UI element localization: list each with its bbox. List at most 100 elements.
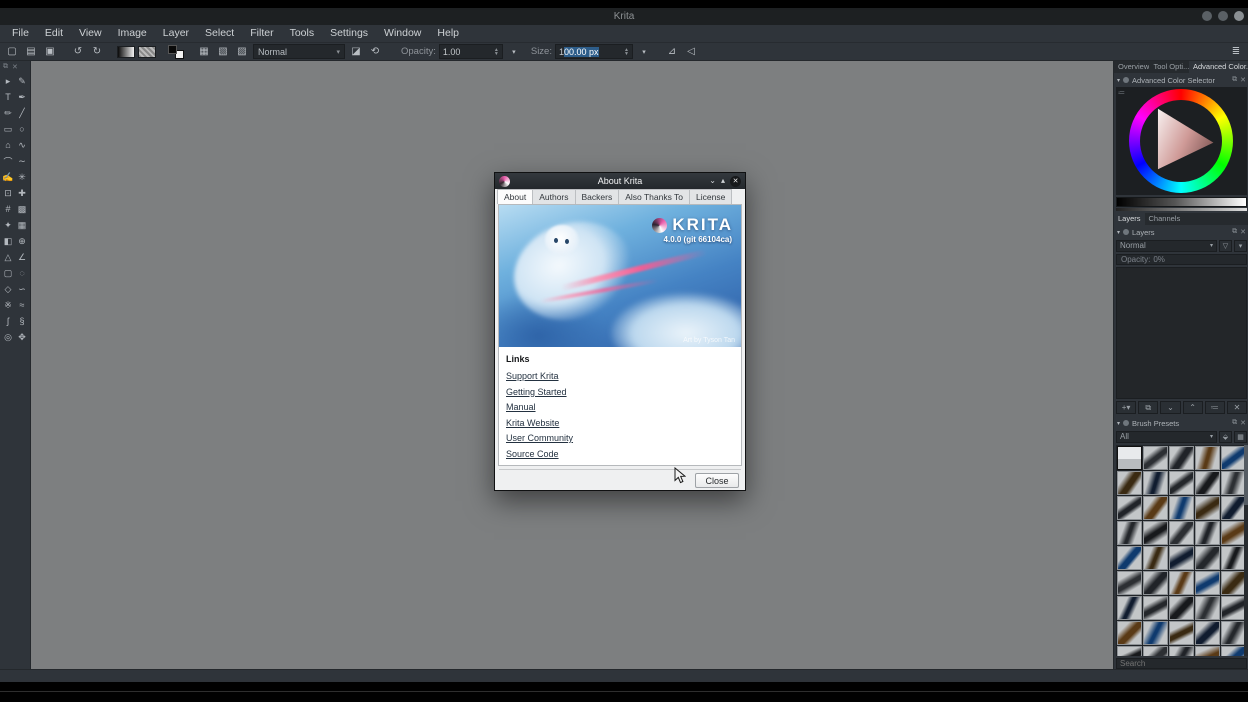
tab-channels[interactable]: Channels — [1145, 213, 1185, 225]
brush-preset-chooser-icon[interactable]: ▦ — [196, 44, 212, 59]
collapse-icon[interactable]: ▾ — [1117, 420, 1120, 427]
layer-opacity-slider[interactable]: Opacity: 0% — [1116, 254, 1247, 265]
menu-edit[interactable]: Edit — [37, 25, 71, 42]
tool-fill-icon[interactable]: ◧ — [1, 233, 15, 249]
docker-lock-icon[interactable] — [1123, 420, 1129, 426]
layer-filter-icon[interactable]: ▽ — [1219, 240, 1232, 252]
minimize-icon[interactable] — [1202, 11, 1212, 21]
brush-preset-tile[interactable] — [1143, 571, 1168, 595]
brush-preset-tile[interactable] — [1195, 471, 1220, 495]
link-krita-website[interactable]: Krita Website — [506, 418, 734, 428]
float-docker-icon[interactable]: ⧉ — [1232, 419, 1237, 427]
close-docker-icon[interactable]: ✕ — [12, 63, 18, 71]
advanced-color-selector-header[interactable]: ▾ Advanced Color Selector ⧉ ✕ — [1114, 74, 1248, 86]
brush-preset-tile[interactable] — [1117, 646, 1142, 656]
tool-rectangle-icon[interactable]: ▭ — [1, 121, 15, 137]
brush-preset-tile[interactable] — [1169, 546, 1194, 570]
brush-preset-tile[interactable] — [1195, 646, 1220, 656]
redo-icon[interactable]: ↻ — [89, 44, 105, 59]
tool-multibrush-icon[interactable]: ✳ — [15, 169, 29, 185]
preset-search-input[interactable] — [1116, 658, 1247, 669]
toolbox-docker-header[interactable]: ⧉ ✕ — [0, 61, 30, 73]
link-getting-started[interactable]: Getting Started — [506, 387, 734, 397]
undo-icon[interactable]: ↺ — [70, 44, 86, 59]
brush-preset-tile[interactable] — [1221, 596, 1246, 620]
preset-tag-filter-combo[interactable]: All ▾ — [1116, 431, 1217, 443]
dialog-tab-backers[interactable]: Backers — [575, 189, 620, 204]
brush-preset-tile[interactable] — [1195, 546, 1220, 570]
brush-preset-tile[interactable] — [1169, 446, 1194, 470]
opacity-input[interactable]: 1.00 ▲▼ — [439, 44, 503, 59]
tool-rect-select-icon[interactable]: ▢ — [1, 265, 15, 281]
color-selector-widget[interactable]: ≔ — [1116, 87, 1247, 195]
tool-freehand-path-icon[interactable]: ∼ — [15, 153, 29, 169]
menu-file[interactable]: File — [4, 25, 37, 42]
brush-preset-tile[interactable] — [1143, 521, 1168, 545]
tool-dynamic-brush-icon[interactable]: ✍ — [1, 169, 15, 185]
value-gradient-strip[interactable] — [1116, 197, 1247, 207]
brush-preset-tile[interactable] — [1195, 496, 1220, 520]
tool-transform-icon[interactable]: ⊡ — [1, 185, 15, 201]
float-docker-icon[interactable]: ⧉ — [1232, 76, 1237, 84]
dialog-tab-authors[interactable]: Authors — [532, 189, 575, 204]
reload-preset-icon[interactable]: ⟲ — [367, 44, 383, 59]
layer-filter-options-icon[interactable]: ▾ — [1234, 240, 1247, 252]
brush-preset-tile[interactable] — [1143, 496, 1168, 520]
size-options-icon[interactable]: ▾ — [636, 44, 652, 59]
brush-preset-tile[interactable] — [1221, 471, 1246, 495]
menu-view[interactable]: View — [71, 25, 110, 42]
gradient-chooser[interactable] — [117, 46, 135, 58]
move-layer-up-icon[interactable]: ⌃ — [1183, 401, 1203, 414]
tool-text-icon[interactable]: T — [1, 89, 15, 105]
tool-crop-icon[interactable]: # — [1, 201, 15, 217]
brush-editor-icon[interactable]: ▧ — [215, 44, 231, 59]
close-docker-icon[interactable]: ✕ — [1240, 228, 1246, 236]
brush-preset-tile[interactable] — [1143, 596, 1168, 620]
preset-view-mode-icon[interactable]: ▦ — [1234, 431, 1247, 443]
brush-preset-tile[interactable] — [1221, 521, 1246, 545]
link-manual[interactable]: Manual — [506, 402, 734, 412]
tool-ellipse-select-icon[interactable]: ◌ — [15, 265, 29, 281]
dock-tab-tool-opti[interactable]: Tool Opti... — [1149, 61, 1189, 73]
mirror-horizontal-icon[interactable]: ⊿ — [664, 44, 680, 59]
float-docker-icon[interactable]: ⧉ — [3, 63, 8, 71]
tool-freehand-brush-icon[interactable]: ✏ — [1, 105, 15, 121]
brush-preset-tile[interactable] — [1143, 646, 1168, 656]
shade-strip[interactable] — [1116, 208, 1247, 211]
maximize-icon[interactable] — [1218, 11, 1228, 21]
menu-layer[interactable]: Layer — [155, 25, 197, 42]
tool-similar-select-icon[interactable]: ≈ — [15, 297, 29, 313]
spin-arrows-icon[interactable]: ▲▼ — [624, 48, 629, 56]
brush-preset-tile[interactable] — [1221, 446, 1246, 470]
add-layer-icon[interactable]: +▾ — [1116, 401, 1136, 414]
tool-pattern-edit-icon[interactable]: ▦ — [15, 217, 29, 233]
brush-preset-tile[interactable] — [1117, 571, 1142, 595]
preset-scrollbar-thumb[interactable] — [1244, 445, 1248, 505]
tool-polygon-icon[interactable]: ⌂ — [1, 137, 15, 153]
tag-icon[interactable]: ⬙ — [1219, 431, 1232, 443]
mirror-vertical-icon[interactable]: ◁ — [683, 44, 699, 59]
tool-assistants-icon[interactable]: △ — [1, 249, 15, 265]
brush-preset-tile[interactable] — [1117, 621, 1142, 645]
tool-freehand-select-icon[interactable]: ∽ — [15, 281, 29, 297]
os-titlebar[interactable]: Krita — [0, 8, 1248, 25]
tab-layers[interactable]: Layers — [1114, 213, 1145, 225]
layer-blending-mode-combo[interactable]: Normal ▾ — [1116, 240, 1217, 252]
brush-presets-docker-header[interactable]: ▾ Brush Presets ⧉ ✕ — [1114, 417, 1248, 429]
tool-color-sampler-icon[interactable]: ✦ — [1, 217, 15, 233]
collapse-icon[interactable]: ▾ — [1117, 229, 1120, 236]
menu-select[interactable]: Select — [197, 25, 242, 42]
tool-pan-icon[interactable]: ✥ — [15, 329, 29, 345]
brush-preset-tile[interactable] — [1195, 521, 1220, 545]
brush-preset-tile[interactable] — [1221, 571, 1246, 595]
dialog-tab-license[interactable]: License — [689, 189, 732, 204]
tool-select-shapes-icon[interactable]: ▸ — [1, 73, 15, 89]
brush-preset-tile[interactable] — [1195, 621, 1220, 645]
brush-preset-tile[interactable] — [1169, 521, 1194, 545]
link-user-community[interactable]: User Community — [506, 433, 734, 443]
delete-layer-icon[interactable]: ✕ — [1227, 401, 1247, 414]
brush-preset-tile[interactable] — [1117, 521, 1142, 545]
move-layer-down-icon[interactable]: ⌄ — [1160, 401, 1180, 414]
brush-preset-tile[interactable] — [1169, 496, 1194, 520]
spin-arrows-icon[interactable]: ▲▼ — [494, 48, 499, 56]
